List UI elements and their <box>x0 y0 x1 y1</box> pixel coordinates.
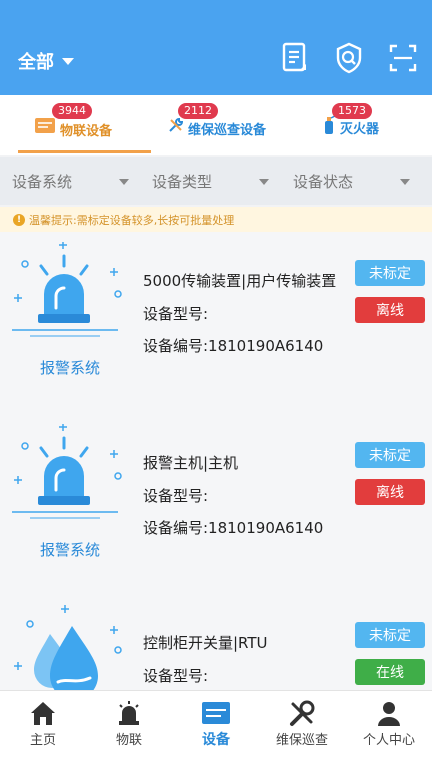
device-system-label: 报警系统 <box>39 359 100 377</box>
status-badge: 离线 <box>355 297 425 323</box>
filter-type[interactable]: 设备类型 <box>152 157 272 205</box>
tab-label: 灭火器 <box>340 121 380 137</box>
device-model: 设备型号: <box>143 667 209 685</box>
home-icon <box>31 702 55 725</box>
tab-extinguishers[interactable]: 1573 灭火器 <box>322 95 422 155</box>
hint-text: 温馨提示:需标定设备较多,长按可批量处理 <box>29 213 235 227</box>
hint-banner: ! 温馨提示:需标定设备较多,长按可批量处理 <box>0 207 432 232</box>
document-icon[interactable] <box>280 42 310 74</box>
device-serial: 设备编号:1810190A6140 <box>143 519 324 537</box>
caret-down-icon <box>62 57 74 65</box>
nav-label: 维保巡查 <box>275 733 328 748</box>
nav-devices[interactable]: 设备 <box>173 691 259 751</box>
status-badge: 在线 <box>355 659 425 685</box>
device-serial: 设备编号:1810190A6140 <box>143 337 324 355</box>
device-list[interactable]: 报警系统 5000传输装置|用户传输装置 设备型号: 设备编号:1810190A… <box>0 232 432 690</box>
calibration-badge[interactable]: 未标定 <box>355 260 425 286</box>
tab-label: 物联设备 <box>60 123 113 139</box>
alarm-icon <box>119 701 139 725</box>
status-badge: 离线 <box>355 479 425 505</box>
alarm-light-icon <box>12 424 122 519</box>
device-model: 设备型号: <box>143 305 209 323</box>
device-card[interactable]: 报警系统 报警主机|主机 设备型号: 设备编号:1810190A6140 未标定… <box>0 414 432 590</box>
alarm-light-icon <box>12 242 122 337</box>
device-model: 设备型号: <box>143 487 209 505</box>
device-name: 控制柜开关量|RTU <box>143 634 268 652</box>
caret-down-icon <box>259 179 269 185</box>
device-list-icon <box>35 118 55 133</box>
caret-down-icon <box>119 179 129 185</box>
nav-profile[interactable]: 个人中心 <box>346 691 432 751</box>
device-card-icon <box>202 702 230 724</box>
filter-system[interactable]: 设备系统 <box>12 157 132 205</box>
nav-label: 设备 <box>202 732 230 748</box>
nav-label: 个人中心 <box>362 733 415 748</box>
active-tab-indicator <box>18 150 151 153</box>
tab-iot-devices[interactable]: 3944 物联设备 <box>34 95 154 155</box>
water-drop-icon <box>14 605 122 690</box>
info-icon: ! <box>13 213 25 226</box>
device-card[interactable]: 控制柜开关量|RTU 设备型号: 未标定 在线 <box>0 594 432 690</box>
nav-label: 主页 <box>29 733 56 748</box>
nav-home[interactable]: 主页 <box>0 691 86 751</box>
tools-icon <box>290 700 315 726</box>
extinguisher-icon <box>325 115 336 134</box>
tab-maintenance-devices[interactable]: 2112 维保巡查设备 <box>168 95 288 155</box>
device-card[interactable]: 报警系统 5000传输装置|用户传输装置 设备型号: 设备编号:1810190A… <box>0 232 432 408</box>
bottom-nav: 主页 物联 设备 维保巡查 个人中心 <box>0 690 432 768</box>
nav-maintenance[interactable]: 维保巡查 <box>259 691 345 751</box>
scope-label: 全部 <box>18 52 54 73</box>
scan-icon[interactable] <box>388 42 418 74</box>
filter-label: 设备类型 <box>152 172 213 191</box>
tab-label: 维保巡查设备 <box>188 122 267 138</box>
calibration-badge[interactable]: 未标定 <box>355 622 425 648</box>
tab-badge: 2112 <box>178 103 218 119</box>
user-icon <box>378 702 400 726</box>
wrench-icon <box>169 117 184 132</box>
nav-label: 物联 <box>115 733 142 748</box>
calibration-badge[interactable]: 未标定 <box>355 442 425 468</box>
device-system-label: 报警系统 <box>39 541 100 559</box>
filter-bar: 设备系统 设备类型 设备状态 <box>0 157 432 205</box>
filter-label: 设备系统 <box>12 172 73 191</box>
caret-down-icon <box>400 179 410 185</box>
device-name: 报警主机|主机 <box>143 454 239 472</box>
filter-status[interactable]: 设备状态 <box>293 157 413 205</box>
tab-badge: 3944 <box>52 103 92 119</box>
category-tabs: 3944 物联设备 2112 维保巡查设备 1573 灭火器 <box>0 95 432 155</box>
device-name: 5000传输装置|用户传输装置 <box>143 272 337 290</box>
nav-iot[interactable]: 物联 <box>86 691 172 751</box>
app-header: 全部 <box>0 0 432 95</box>
shield-search-icon[interactable] <box>334 42 364 74</box>
tab-badge: 1573 <box>332 103 372 119</box>
filter-label: 设备状态 <box>293 172 354 191</box>
scope-selector[interactable]: 全部 <box>18 48 74 74</box>
